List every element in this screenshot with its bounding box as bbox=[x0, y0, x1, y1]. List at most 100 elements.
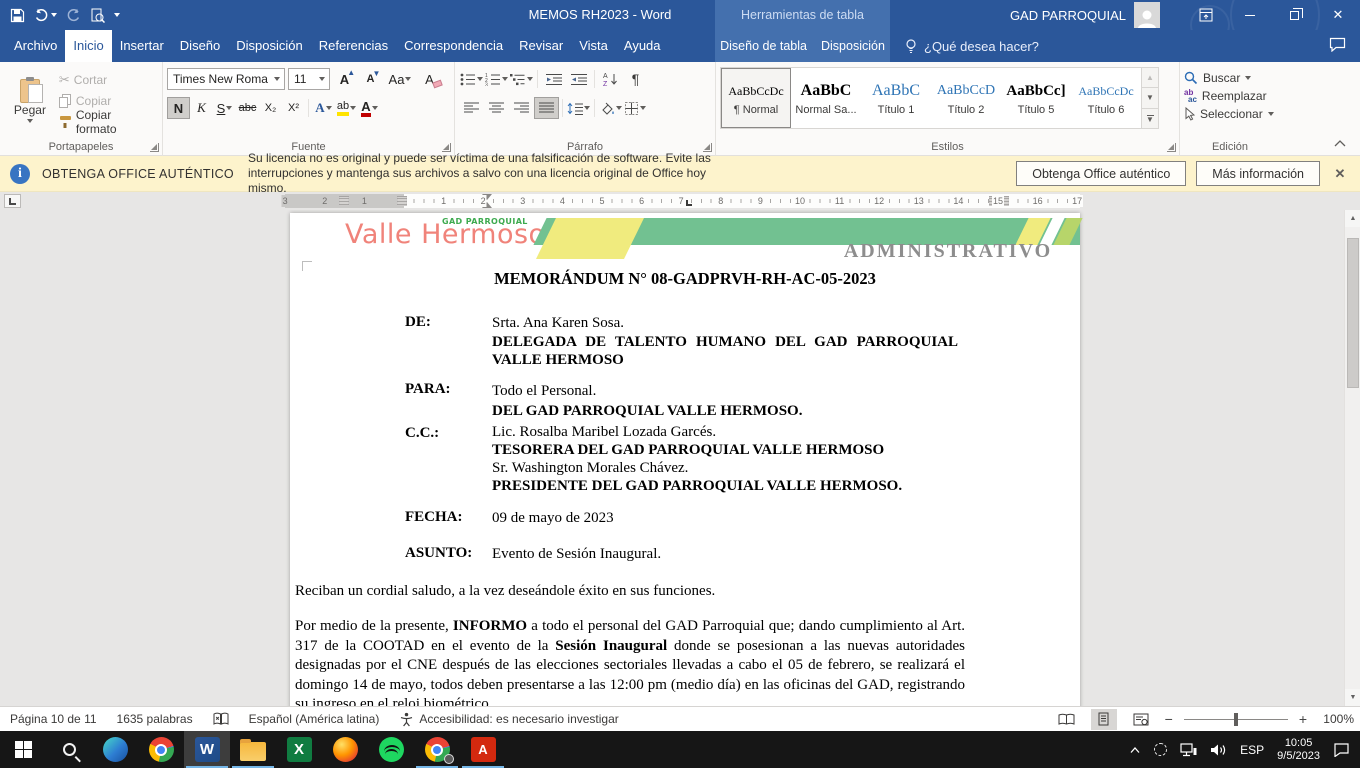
scroll-down-icon[interactable]: ▼ bbox=[1345, 689, 1360, 706]
tab-diseno[interactable]: Diseño bbox=[172, 30, 228, 62]
taskbar-edge[interactable] bbox=[92, 731, 138, 768]
zoom-in-button[interactable]: + bbox=[1299, 711, 1307, 727]
styles-scroll-down-icon[interactable]: ▼ bbox=[1142, 88, 1158, 108]
accessibility-status[interactable]: Accesibilidad: es necesario investigar bbox=[399, 712, 618, 727]
change-case-button[interactable]: Aa bbox=[385, 68, 415, 90]
style-titulo-1[interactable]: AaBbC Título 1 bbox=[861, 68, 931, 128]
borders-button[interactable] bbox=[623, 97, 648, 119]
font-color-button[interactable]: A bbox=[358, 97, 381, 119]
taskbar-spotify[interactable] bbox=[368, 731, 414, 768]
volume-icon[interactable] bbox=[1210, 743, 1227, 757]
tab-inicio[interactable]: Inicio bbox=[65, 30, 111, 62]
style-titulo-6[interactable]: AaBbCcDc Título 6 bbox=[1071, 68, 1141, 128]
align-right-button[interactable] bbox=[509, 97, 534, 119]
find-button[interactable]: Buscar bbox=[1184, 71, 1276, 85]
multilevel-list-button[interactable] bbox=[509, 68, 534, 90]
style-normal[interactable]: AaBbCcDc ¶ Normal bbox=[721, 68, 791, 128]
print-preview-icon[interactable] bbox=[90, 8, 105, 23]
taskbar-chrome-profile[interactable] bbox=[414, 731, 460, 768]
tab-insertar[interactable]: Insertar bbox=[112, 30, 172, 62]
taskbar-word[interactable]: W bbox=[184, 731, 230, 768]
proofing-icon[interactable] bbox=[213, 712, 229, 726]
more-info-button[interactable]: Más información bbox=[1196, 161, 1320, 186]
table-column-marker[interactable] bbox=[397, 196, 407, 206]
portapapeles-dialog-launcher[interactable] bbox=[150, 143, 159, 152]
avatar[interactable] bbox=[1134, 2, 1160, 28]
numbering-button[interactable]: 123 bbox=[484, 68, 509, 90]
decrease-indent-button[interactable] bbox=[541, 68, 566, 90]
highlight-color-button[interactable]: ab bbox=[335, 97, 358, 119]
collapse-ribbon-icon[interactable] bbox=[1334, 140, 1346, 147]
zoom-out-button[interactable]: − bbox=[1165, 711, 1173, 727]
sort-button[interactable]: AZ bbox=[598, 68, 623, 90]
paste-button[interactable]: Pegar bbox=[4, 66, 56, 132]
estilos-dialog-launcher[interactable] bbox=[1167, 143, 1176, 152]
styles-scroll-up-icon[interactable]: ▲ bbox=[1142, 68, 1158, 88]
strikethrough-button[interactable]: abc bbox=[236, 97, 259, 119]
tab-diseno-de-tabla[interactable]: Diseño de tabla bbox=[713, 30, 814, 62]
tab-stop-marker[interactable] bbox=[686, 200, 692, 206]
start-button[interactable] bbox=[0, 731, 46, 768]
customize-toolbar-icon[interactable] bbox=[114, 13, 120, 17]
tab-selector[interactable] bbox=[4, 194, 21, 208]
document-page[interactable]: GAD PARROQUIAL Valle Hermoso ADMINISTRAT… bbox=[290, 213, 1080, 706]
language-indicator[interactable]: Español (América latina) bbox=[249, 712, 380, 726]
tab-ayuda[interactable]: Ayuda bbox=[616, 30, 669, 62]
clock[interactable]: 10:05 9/5/2023 bbox=[1277, 737, 1320, 763]
shading-button[interactable] bbox=[598, 97, 623, 119]
tell-me-box[interactable]: ¿Qué desea hacer? bbox=[905, 30, 1039, 62]
taskbar-file-explorer[interactable] bbox=[230, 731, 276, 768]
network-icon[interactable] bbox=[1180, 743, 1197, 757]
font-name-combo[interactable]: Times New Roma bbox=[167, 68, 285, 90]
styles-more-icon[interactable]: ▼ bbox=[1142, 109, 1158, 128]
message-bar-close-icon[interactable]: ✕ bbox=[1320, 166, 1360, 182]
style-titulo-2[interactable]: AaBbCcD Título 2 bbox=[931, 68, 1001, 128]
tab-archivo[interactable]: Archivo bbox=[6, 30, 65, 62]
close-button[interactable]: ✕ bbox=[1316, 0, 1360, 30]
scroll-up-icon[interactable]: ▲ bbox=[1345, 210, 1360, 227]
text-effects-button[interactable]: A bbox=[312, 97, 335, 119]
align-center-button[interactable] bbox=[484, 97, 509, 119]
tab-correspondencia[interactable]: Correspondencia bbox=[396, 30, 511, 62]
taskbar-excel[interactable]: X bbox=[276, 731, 322, 768]
undo-dropdown-icon[interactable] bbox=[51, 13, 57, 17]
restore-button[interactable] bbox=[1272, 0, 1316, 30]
save-icon[interactable] bbox=[10, 8, 25, 23]
taskbar-chrome[interactable] bbox=[138, 731, 184, 768]
select-button[interactable]: Seleccionar bbox=[1184, 107, 1276, 121]
action-center-icon[interactable] bbox=[1333, 742, 1350, 757]
show-paragraph-marks-button[interactable]: ¶ bbox=[623, 68, 648, 90]
taskbar-acrobat[interactable]: A bbox=[460, 731, 506, 768]
get-genuine-office-button[interactable]: Obtenga Office auténtico bbox=[1016, 161, 1186, 186]
font-size-combo[interactable]: 11 bbox=[288, 68, 330, 90]
replace-button[interactable]: abac Reemplazar bbox=[1184, 89, 1276, 103]
tab-disposicion-tabla[interactable]: Disposición bbox=[814, 30, 892, 62]
feedback-icon[interactable] bbox=[1329, 37, 1346, 52]
ribbon-display-options-icon[interactable] bbox=[1184, 0, 1228, 30]
zoom-slider-thumb[interactable] bbox=[1234, 713, 1238, 726]
bullets-button[interactable] bbox=[459, 68, 484, 90]
ruler-band[interactable]: 3211234567891011121314151617 bbox=[285, 194, 1080, 208]
read-mode-button[interactable] bbox=[1054, 709, 1080, 730]
shrink-font-button[interactable]: A▼ bbox=[359, 68, 382, 90]
superscript-button[interactable]: X² bbox=[282, 97, 305, 119]
table-column-marker[interactable] bbox=[339, 196, 349, 206]
vertical-scrollbar[interactable]: ▲ ▼ bbox=[1344, 210, 1360, 706]
taskbar-firefox[interactable] bbox=[322, 731, 368, 768]
scrollbar-thumb[interactable] bbox=[1347, 238, 1359, 388]
style-normal-sa[interactable]: AaBbC Normal Sa... bbox=[791, 68, 861, 128]
tab-revisar[interactable]: Revisar bbox=[511, 30, 571, 62]
subscript-button[interactable]: X₂ bbox=[259, 97, 282, 119]
tray-chevron-icon[interactable] bbox=[1129, 746, 1141, 754]
web-layout-button[interactable] bbox=[1128, 709, 1154, 730]
bold-button[interactable]: N bbox=[167, 97, 190, 119]
paste-dropdown-icon[interactable] bbox=[27, 119, 33, 123]
tray-icon[interactable] bbox=[1154, 743, 1167, 756]
minimize-button[interactable] bbox=[1228, 0, 1272, 30]
line-spacing-button[interactable] bbox=[566, 97, 591, 119]
clear-formatting-button[interactable]: A bbox=[418, 68, 441, 90]
align-left-button[interactable] bbox=[459, 97, 484, 119]
increase-indent-button[interactable] bbox=[566, 68, 591, 90]
grow-font-button[interactable]: A▲ bbox=[333, 68, 356, 90]
word-count[interactable]: 1635 palabras bbox=[117, 712, 193, 726]
